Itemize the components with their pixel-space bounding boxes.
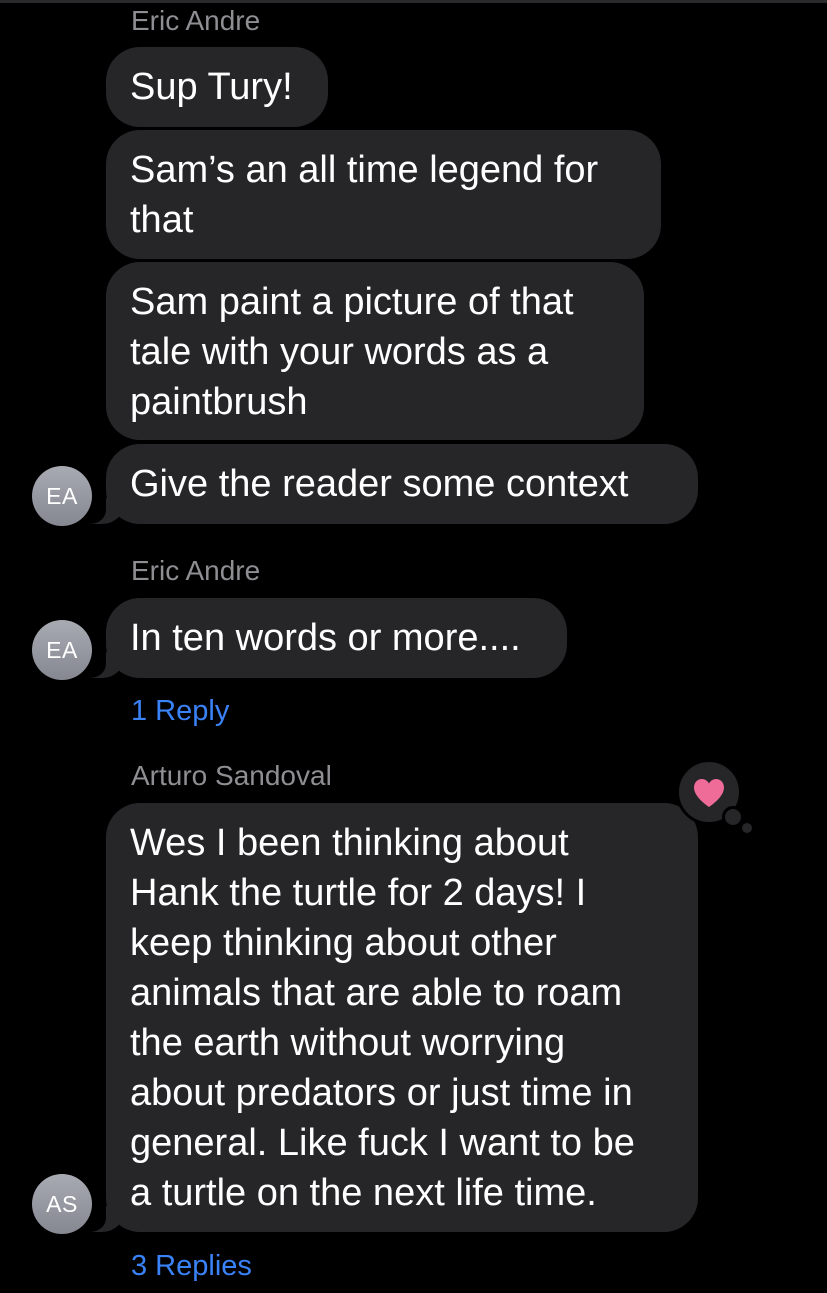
reply-thread-link[interactable]: 1 Reply bbox=[131, 694, 229, 728]
message-text: Sam paint a picture of that bbox=[130, 281, 574, 323]
message-text: Sam’s an all time legend for bbox=[130, 149, 599, 191]
avatar[interactable]: AS bbox=[32, 1174, 92, 1234]
message-text: Wes I been thinking about bbox=[130, 822, 569, 864]
sender-name: Eric Andre bbox=[131, 555, 261, 586]
avatar[interactable]: EA bbox=[32, 466, 92, 526]
message-text: Hank the turtle for 2 days! I bbox=[130, 872, 587, 914]
message-bubble[interactable]: In ten words or more.... bbox=[80, 598, 567, 678]
message-text: a turtle on the next life time. bbox=[130, 1172, 597, 1214]
sender-name: Eric Andre bbox=[131, 5, 261, 36]
message-text: that bbox=[130, 199, 194, 241]
message-text: Sup Tury! bbox=[130, 66, 293, 108]
message-text: about predators or just time in bbox=[130, 1072, 633, 1114]
message-text: paintbrush bbox=[130, 381, 308, 423]
message-text: animals that are able to roam bbox=[130, 972, 623, 1014]
message-bubble[interactable]: Wes I been thinking about Hank the turtl… bbox=[80, 803, 698, 1232]
message-text: In ten words or more.... bbox=[130, 617, 521, 659]
reaction-badge-tail bbox=[722, 806, 744, 828]
message-text: Give the reader some context bbox=[130, 463, 629, 505]
message-text: general. Like fuck I want to be bbox=[130, 1122, 635, 1164]
message-text: the earth without worrying bbox=[130, 1022, 566, 1064]
message-text: keep thinking about other bbox=[130, 922, 557, 964]
message-bubble[interactable]: Give the reader some context bbox=[80, 444, 698, 524]
reaction-badge-tail-dot bbox=[742, 823, 752, 833]
message-bubble[interactable]: Sup Tury! bbox=[106, 47, 328, 127]
top-divider bbox=[0, 0, 827, 3]
message-bubble[interactable]: Sam’s an all time legend for that bbox=[106, 130, 661, 259]
heart-icon bbox=[694, 779, 724, 807]
avatar[interactable]: EA bbox=[32, 620, 92, 680]
sender-name: Arturo Sandoval bbox=[131, 760, 332, 791]
reply-thread-link[interactable]: 3 Replies bbox=[131, 1249, 252, 1283]
message-text: tale with your words as a bbox=[130, 331, 549, 373]
message-bubble[interactable]: Sam paint a picture of that tale with yo… bbox=[106, 262, 644, 440]
